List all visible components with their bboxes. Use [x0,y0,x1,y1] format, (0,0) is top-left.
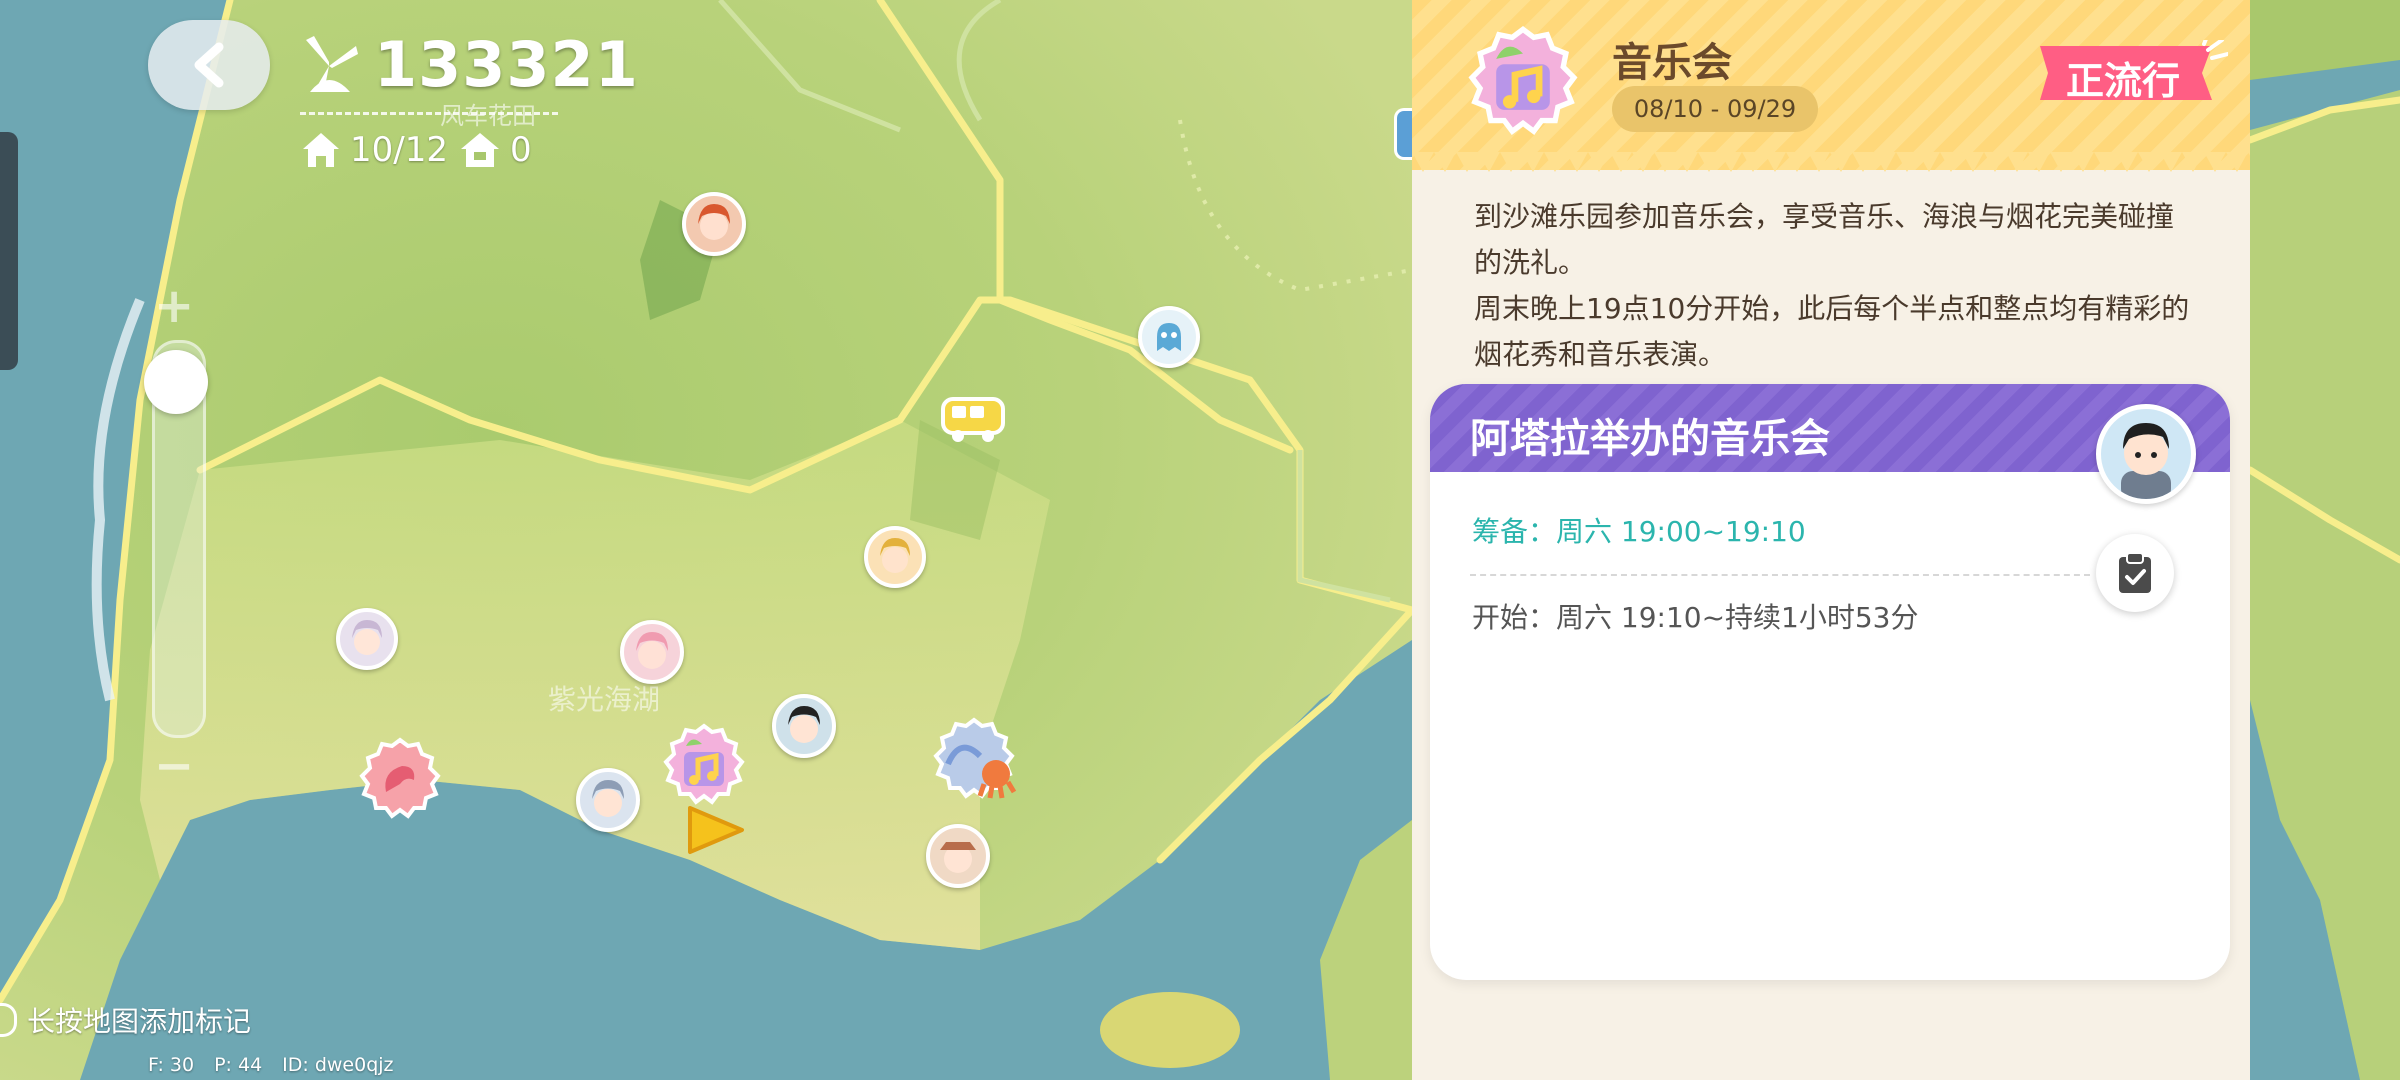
player-marker[interactable] [620,620,684,684]
octopus-event-marker[interactable] [930,716,1022,808]
bus-stop-marker[interactable] [940,396,1006,444]
concert-card-title: 阿塔拉举办的音乐会 [1470,416,1830,462]
back-arrow-icon [194,42,224,88]
host-avatar[interactable] [2096,404,2196,504]
music-note-icon [663,723,745,805]
bus-icon [941,397,1005,442]
player-marker[interactable] [576,768,640,832]
home-count: 0 [458,130,532,170]
pin-icon [0,1003,17,1037]
debug-f: F: 30 [148,1054,195,1076]
clipboard-icon [2119,552,2151,593]
music-note-icon [1468,26,1578,136]
player-marker[interactable] [772,694,836,758]
avatar-face-icon [788,706,820,743]
zoom-in-icon[interactable]: + [154,278,194,334]
event-title: 音乐会 [1612,40,1732,86]
avatar-face-icon [636,632,668,669]
clipboard-button[interactable] [2096,534,2174,612]
trending-badge-label: 正流行 [2066,59,2181,103]
back-button[interactable] [148,20,270,110]
house-count: 10/12 [300,130,448,170]
shrimp-icon [359,737,441,819]
zoom-out-icon[interactable]: − [154,738,194,794]
octopus-icon [933,717,1017,799]
house-count-value: 10/12 [350,130,448,170]
player-marker[interactable] [682,192,746,256]
ghost-icon [1157,323,1181,351]
avatar-face-icon [592,780,624,817]
shrimp-event-marker[interactable] [356,736,444,824]
event-date-range: 08/10 - 09/29 [1612,86,1818,132]
avatar-face-icon [880,538,910,573]
player-direction-marker [682,802,750,858]
debug-info: F: 30 P: 44 ID: dwe0qjz [148,1054,394,1076]
event-description: 到沙滩乐园参加音乐会，享受音乐、海浪与烟花完美碰撞的洗礼。 周末晚上19点10分… [1474,194,2194,378]
home-count-value: 0 [510,130,532,170]
map-hint: 长按地图添加标记 [0,1000,251,1040]
player-marker[interactable] [864,526,926,588]
header-zigzag [1412,152,2250,172]
windmill-icon [306,35,358,92]
trending-badge: 正流行 [2032,40,2228,106]
concert-event-marker[interactable] [660,722,748,810]
play-arrow-icon [688,806,744,854]
avatar-face-icon [940,842,976,873]
area-name: 风车花田 [440,102,536,130]
player-marker[interactable] [926,824,990,888]
house-icon [303,133,339,167]
event-icon [1464,24,1582,142]
map-zone-label: 紫光海湖 [548,683,661,716]
avatar-face-icon [2121,423,2171,499]
event-detail-panel: 音乐会 08/10 - 09/29 正流行 到沙滩乐园参加音乐会，享受音乐、海浪… [1412,0,2250,1080]
score-display: 133321 [296,28,639,101]
event-description-text: 到沙滩乐园参加音乐会，享受音乐、海浪与烟花完美碰撞的洗礼。 周末晚上19点10分… [1474,200,2190,371]
map-hint-text: 长按地图添加标记 [27,1005,252,1038]
debug-p: P: 44 [214,1054,263,1076]
npc-marker[interactable] [1138,306,1200,368]
avatar-face-icon [698,204,730,240]
prep-time: 筹备：周六 19:00~19:10 [1472,515,1806,548]
home-icon [461,133,499,167]
divider [1470,574,2090,576]
debug-id: ID: dwe0qjz [282,1054,394,1076]
avatar-face-icon [352,620,382,655]
start-time: 开始：周六 19:10~持续1小时53分 [1472,601,1919,634]
zoom-slider-knob[interactable] [144,350,208,414]
side-handle[interactable] [0,132,18,370]
concert-card: 阿塔拉举办的音乐会 筹备：周六 19:00~19:10 开始：周六 19:10~… [1430,384,2230,980]
score-value: 133321 [374,28,639,101]
player-marker[interactable] [336,608,398,670]
